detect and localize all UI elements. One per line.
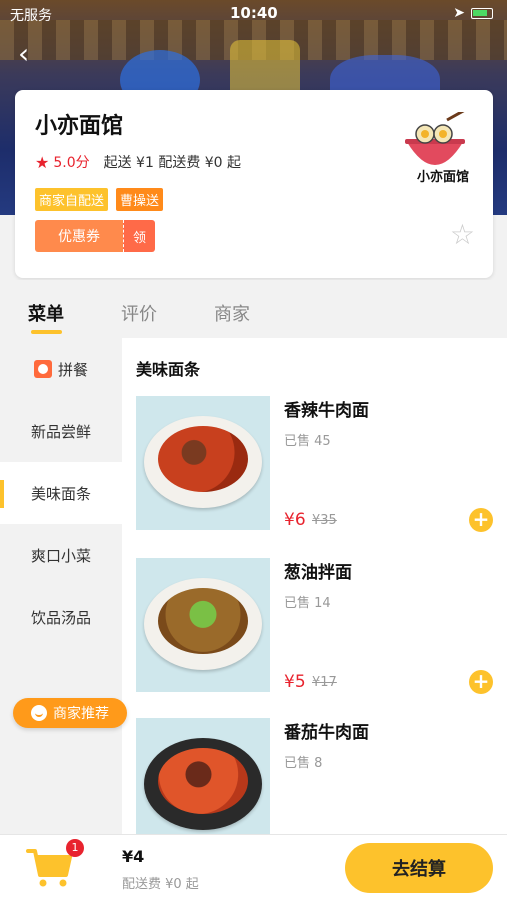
list-item[interactable]: 葱油拌面 已售 14 ¥5 ¥17 + [136, 558, 501, 694]
section-title: 美味面条 [136, 360, 201, 379]
delivery-info: 起送 ¥1 配送费 ¥0 起 [103, 155, 242, 171]
merchant-recommend-button[interactable]: 商家推荐 [13, 698, 127, 728]
shop-logo-text: 小亦面馆 [416, 170, 469, 185]
dish-name: 香辣牛肉面 [284, 401, 369, 421]
coupon-label[interactable]: 优惠券 [35, 220, 123, 252]
category-label: 饮品汤品 [30, 608, 91, 627]
dish-price: ¥5 [284, 672, 306, 692]
dish-sold-count: 已售 45 [284, 434, 331, 449]
dish-image [136, 718, 270, 834]
tab-merchant[interactable]: 商家 [214, 300, 250, 326]
dish-name: 番茄牛肉面 [284, 723, 369, 743]
dish-image [136, 558, 270, 692]
add-to-cart-button[interactable]: + [469, 508, 493, 532]
tab-menu[interactable]: 菜单 [28, 300, 64, 326]
shop-name: 小亦面馆 [35, 114, 124, 139]
back-button[interactable]: ‹ [18, 40, 42, 68]
checkout-button[interactable]: 去结算 [345, 843, 493, 893]
clock: 10:40 [230, 4, 278, 22]
add-to-cart-button[interactable]: + [469, 670, 493, 694]
status-bar: 无服务 10:40 ➤ [0, 0, 507, 28]
dish-sold-count: 已售 8 [284, 756, 323, 771]
category-noodles[interactable]: 美味面条 [0, 462, 122, 524]
dish-image [136, 396, 270, 530]
category-sides[interactable]: 爽口小菜 [0, 524, 122, 586]
shop-tags: 商家自配送 曹操送 [35, 188, 164, 211]
tab-bar: 菜单 评价 商家 [0, 280, 507, 338]
carrier-label: 无服务 [10, 8, 52, 24]
status-icons: ➤ [453, 5, 493, 21]
list-item[interactable]: 香辣牛肉面 已售 45 ¥6 ¥35 + [136, 396, 501, 532]
coupon-claim-button[interactable]: 领 [123, 220, 155, 252]
category-label: 新品尝鲜 [30, 422, 91, 441]
cart-total: ¥4 [122, 847, 145, 866]
dish-original-price: ¥35 [312, 513, 337, 528]
favorite-star-icon[interactable]: ☆ [450, 218, 475, 251]
smile-icon [31, 705, 47, 721]
category-sidebar: 拼餐 新品尝鲜 美味面条 爽口小菜 饮品汤品 [0, 338, 122, 834]
cart-count-badge: 1 [66, 839, 84, 857]
coupon-button[interactable]: 优惠券 领 [35, 220, 155, 252]
group-order-icon [33, 360, 52, 378]
dish-original-price: ¥17 [312, 675, 337, 690]
tab-reviews[interactable]: 评价 [121, 300, 157, 326]
cart-icon[interactable] [26, 847, 72, 889]
category-label: 拼餐 [57, 360, 88, 379]
dish-sold-count: 已售 14 [284, 596, 331, 611]
list-item[interactable]: 番茄牛肉面 已售 8 [136, 718, 501, 834]
tag-self-delivery: 商家自配送 [35, 188, 109, 211]
category-drinks[interactable]: 饮品汤品 [0, 586, 122, 648]
category-group-order[interactable]: 拼餐 [0, 338, 122, 400]
recommend-label: 商家推荐 [53, 706, 109, 722]
star-icon: ★ [35, 152, 50, 172]
battery-icon [471, 7, 493, 19]
delivery-fee-text: 配送费 ¥0 起 [122, 877, 199, 892]
cart-bar: 1 ¥4 配送费 ¥0 起 去结算 [0, 834, 507, 900]
dish-price: ¥6 [284, 510, 306, 530]
location-icon: ➤ [453, 5, 465, 21]
shop-rating-row: ★ 5.0分 起送 ¥1 配送费 ¥0 起 [35, 152, 241, 172]
category-label: 美味面条 [30, 484, 91, 503]
menu-list: 美味面条 香辣牛肉面 已售 45 ¥6 ¥35 + 葱油拌面 已售 14 ¥5 … [122, 338, 507, 834]
dish-name: 葱油拌面 [284, 563, 352, 583]
shop-card: 小亦面馆 ★ 5.0分 起送 ¥1 配送费 ¥0 起 商家自配送 曹操送 优惠券… [15, 90, 493, 278]
category-new[interactable]: 新品尝鲜 [0, 400, 122, 462]
category-label: 爽口小菜 [30, 546, 91, 565]
tag-delivery-partner: 曹操送 [116, 188, 164, 211]
tab-indicator [31, 330, 62, 334]
shop-score: 5.0分 [53, 155, 90, 171]
